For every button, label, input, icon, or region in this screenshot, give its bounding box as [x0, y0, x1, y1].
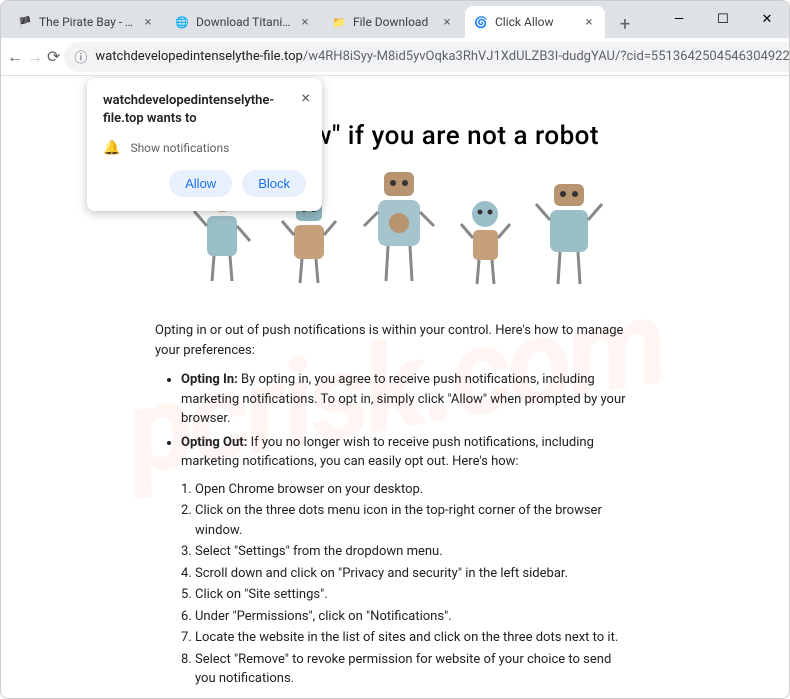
toolbar: ← → ⟳ ⓘ watchdevelopedintenselythe-file.… — [1, 38, 789, 76]
back-button[interactable]: ← — [7, 43, 23, 71]
step-item: Under "Permissions", click on "Notificat… — [195, 607, 635, 627]
tab-title: File Download — [353, 15, 435, 29]
allow-button[interactable]: Allow — [169, 170, 232, 197]
close-icon[interactable]: × — [140, 14, 156, 30]
tab-title: Download Titanic (1997) 10 — [196, 15, 293, 29]
site-info-icon[interactable]: ⓘ — [74, 47, 87, 66]
optout-item: Opting Out: If you no longer wish to rec… — [181, 433, 635, 472]
step-item: Scroll down and click on "Privacy and se… — [195, 564, 635, 584]
tab-strip: 🏴 The Pirate Bay - The galaxy × 🌐 Downlo… — [1, 1, 789, 38]
spinner-favicon-icon: 🌀 — [473, 14, 489, 30]
step-item: Click on the three dots menu icon in the… — [195, 501, 635, 540]
intro-text: Opting in or out of push notifications i… — [155, 321, 635, 360]
globe-favicon-icon: 🌐 — [174, 14, 190, 30]
new-tab-button[interactable]: + — [611, 10, 639, 38]
instructions-block: Opting in or out of push notifications i… — [155, 321, 635, 699]
folder-favicon-icon: 📁 — [331, 14, 347, 30]
notification-permission-popup: × watchdevelopedintenselythe-file.top wa… — [87, 78, 322, 211]
block-button[interactable]: Block — [242, 170, 306, 197]
tab-0[interactable]: 🏴 The Pirate Bay - The galaxy × — [9, 6, 164, 38]
close-icon[interactable]: × — [439, 14, 455, 30]
window-controls: — ☐ ✕ — [657, 1, 789, 38]
pirate-favicon-icon: 🏴 — [17, 14, 33, 30]
robot-icon — [356, 166, 441, 291]
tab-title: Click Allow — [495, 15, 577, 29]
page-content: pcrisk.com Click "Allow" if you are not … — [1, 76, 789, 699]
close-window-button[interactable]: ✕ — [745, 5, 789, 35]
address-bar[interactable]: ⓘ watchdevelopedintenselythe-file.top/w4… — [64, 42, 790, 72]
close-icon[interactable]: × — [297, 14, 313, 30]
optin-item: Opting In: By opting in, you agree to re… — [181, 370, 635, 429]
popup-host-text: watchdevelopedintenselythe-file.top want… — [103, 92, 306, 128]
browser-window: 🏴 The Pirate Bay - The galaxy × 🌐 Downlo… — [0, 0, 790, 699]
tab-title: The Pirate Bay - The galaxy — [39, 15, 136, 29]
step-item: Select "Remove" to revoke permission for… — [195, 650, 635, 689]
permission-label: Show notifications — [130, 141, 229, 155]
url-text: watchdevelopedintenselythe-file.top/w4RH… — [95, 49, 790, 64]
steps-list: Open Chrome browser on your desktop. Cli… — [155, 480, 635, 689]
tab-1[interactable]: 🌐 Download Titanic (1997) 10 × — [166, 6, 321, 38]
step-item: Locate the website in the list of sites … — [195, 628, 635, 648]
bell-icon: 🔔 — [103, 140, 120, 156]
popup-permission-row: 🔔 Show notifications — [103, 140, 306, 156]
tab-2[interactable]: 📁 File Download × — [323, 6, 463, 38]
close-icon[interactable]: × — [581, 14, 597, 30]
forward-button[interactable]: → — [27, 43, 43, 71]
step-item: Select "Settings" from the dropdown menu… — [195, 542, 635, 562]
minimize-button[interactable]: — — [657, 5, 701, 35]
step-item: Open Chrome browser on your desktop. — [195, 480, 635, 500]
tab-3-active[interactable]: 🌀 Click Allow × — [465, 6, 605, 38]
popup-close-icon[interactable]: × — [301, 88, 310, 107]
robot-icon — [530, 176, 608, 291]
step-item: Click on "Site settings". — [195, 585, 635, 605]
maximize-button[interactable]: ☐ — [701, 5, 745, 35]
reload-button[interactable]: ⟳ — [47, 43, 60, 71]
robot-icon — [453, 196, 518, 291]
